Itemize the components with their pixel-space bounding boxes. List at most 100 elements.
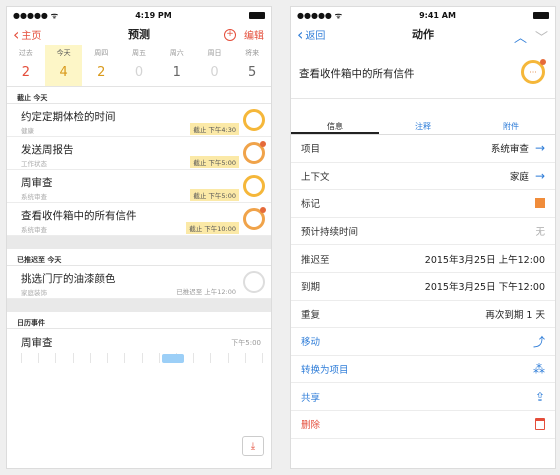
task-context: 系统审查 <box>21 226 47 234</box>
share-icon: ⇪ <box>534 389 545 404</box>
field-row[interactable]: 到期 2015年3月25日 下午12:00 <box>291 273 555 301</box>
chevron-down-icon[interactable]: ﹀ <box>535 27 548 46</box>
field-value: 系统审查 <box>490 144 529 156</box>
field-row[interactable]: 重复 再次到期 1 天 <box>291 301 555 329</box>
status-circle-icon[interactable] <box>243 271 265 293</box>
section-divider <box>7 299 271 312</box>
task-row[interactable]: 周审查系统审查 截止 下午5:00 <box>7 170 271 203</box>
task-context: 工作状态 <box>21 160 47 168</box>
delete-action[interactable]: 删除 <box>291 411 555 439</box>
field-label: 重复 <box>301 309 321 321</box>
deferred-task-list: 挑选门厅的油漆颜色 家庭装饰 已推迟至 上午12:00 <box>7 266 271 299</box>
status-time: 4:19 PM <box>135 10 172 20</box>
nav-bar: ‹ 返回 动作 ︿ ﹀ <box>291 23 555 46</box>
calendar-event-time: 下午5:00 <box>231 339 261 347</box>
back-button[interactable]: ‹ 返回 <box>297 24 326 44</box>
share-label: 共享 <box>301 392 321 404</box>
task-title: 挑选门厅的油漆颜色 <box>21 273 116 285</box>
chevron-left-icon: ‹ <box>13 24 20 44</box>
task-date-badge: 截止 下午5:00 <box>190 156 239 168</box>
task-title-row: 查看收件箱中的所有信件 ··· <box>291 49 555 99</box>
field-value: 家庭 <box>509 171 529 183</box>
forecast-day-strip: 过去 2 今天 4 周四 2 周五 0 周六 1 周日 0 将来 5 <box>7 45 271 87</box>
carrier-signal: ●●●●● ᯤ <box>13 10 58 20</box>
share-action[interactable]: 共享 ⇪ <box>291 383 555 411</box>
field-row[interactable]: 标记 <box>291 190 555 218</box>
page-title: 预测 <box>128 28 150 41</box>
status-circle-icon[interactable] <box>243 207 266 230</box>
field-row[interactable]: 推迟至 2015年3月25日 上午12:00 <box>291 245 555 273</box>
section-header-deferred-today: 已推迟至 今天 <box>7 249 271 266</box>
forecast-day-3[interactable]: 周五 0 <box>120 45 158 86</box>
status-time: 9:41 AM <box>419 10 456 20</box>
task-title: 查看收件箱中的所有信件 <box>299 68 415 80</box>
battery-icon <box>248 11 265 19</box>
convert-to-project-action[interactable]: 转换为项目 ⁂ <box>291 356 555 384</box>
forecast-day-5[interactable]: 周日 0 <box>196 45 234 86</box>
task-date-badge: 截止 下午5:00 <box>190 189 239 201</box>
tab-0[interactable]: 信息 <box>291 109 379 134</box>
day-count: 2 <box>21 65 30 80</box>
trash-icon <box>535 418 545 431</box>
task-context: 系统审查 <box>21 193 47 201</box>
field-label: 标记 <box>301 199 321 211</box>
forecast-day-0[interactable]: 过去 2 <box>7 45 45 86</box>
detail-tabs: 信息 注释 附件 <box>291 109 555 135</box>
calendar-event[interactable]: 周审查 下午5:00 <box>7 329 271 373</box>
tab-1[interactable]: 注释 <box>379 109 467 134</box>
status-circle-icon[interactable] <box>243 141 266 164</box>
task-title: 周审查 <box>21 177 53 189</box>
field-label: 推迟至 <box>301 254 330 266</box>
add-icon[interactable]: + <box>224 28 236 41</box>
field-row[interactable]: 上下文 家庭 → <box>291 163 555 191</box>
back-button[interactable]: ‹ 主页 <box>13 24 41 44</box>
day-name: 周四 <box>94 49 109 57</box>
day-count: 5 <box>248 65 257 80</box>
section-header-calendar: 日历事件 <box>7 312 271 329</box>
task-date-badge: 截止 下午10:00 <box>186 222 239 234</box>
field-label: 到期 <box>301 282 321 294</box>
task-row[interactable]: 发送周报告工作状态 截止 下午5:00 <box>7 137 271 170</box>
task-date-badge: 截止 下午4:30 <box>190 123 239 135</box>
arrow-right-icon: → <box>534 168 545 183</box>
forecast-day-6[interactable]: 将来 5 <box>233 45 271 86</box>
calendar-event-title: 周审查 <box>21 337 53 349</box>
edit-button[interactable]: 编辑 <box>244 27 264 42</box>
task-title: 查看收件箱中的所有信件 <box>21 210 137 222</box>
project-icon: ⁂ <box>533 362 545 377</box>
forecast-day-4[interactable]: 周六 1 <box>158 45 196 86</box>
field-row[interactable]: 预计持续时间 无 <box>291 218 555 246</box>
status-circle-icon[interactable]: ··· <box>521 59 546 84</box>
page-title: 动作 <box>412 28 434 41</box>
arrow-right-icon: → <box>534 141 545 156</box>
day-name: 周六 <box>169 49 184 57</box>
convert-label: 转换为项目 <box>301 365 349 377</box>
move-action[interactable]: 移动 ⤴ <box>291 328 555 356</box>
tab-2[interactable]: 附件 <box>467 109 555 134</box>
field-value: 2015年3月25日 上午12:00 <box>424 254 545 266</box>
move-label: 移动 <box>301 337 321 349</box>
task-context: 健康 <box>21 127 34 135</box>
field-label: 上下文 <box>301 171 330 183</box>
quick-entry-inbox-icon[interactable]: ⤓ <box>242 436 264 456</box>
task-title: 约定定期体检的时间 <box>21 111 116 123</box>
forecast-day-2[interactable]: 周四 2 <box>82 45 120 86</box>
chevron-up-icon[interactable]: ︿ <box>514 27 527 46</box>
chevron-left-icon: ‹ <box>297 24 304 44</box>
forecast-day-1[interactable]: 今天 4 <box>44 45 83 86</box>
task-row[interactable]: 挑选门厅的油漆颜色 家庭装饰 已推迟至 上午12:00 <box>7 266 271 299</box>
carrier-signal: ●●●●● ᯤ <box>297 10 342 20</box>
task-row[interactable]: 约定定期体检的时间健康 截止 下午4:30 <box>7 104 271 137</box>
field-row[interactable]: 项目 系统审查 → <box>291 135 555 163</box>
field-list: 项目 系统审查 → 上下文 家庭 → 标记 预计持续时间 无推迟至 2015年3月25日 上午12… <box>291 135 555 329</box>
day-count: 0 <box>134 65 144 80</box>
day-count: 4 <box>59 65 68 80</box>
task-title: 发送周报告 <box>21 144 74 156</box>
status-circle-icon[interactable] <box>243 175 265 197</box>
task-row[interactable]: 查看收件箱中的所有信件系统审查 截止 下午10:00 <box>7 203 271 236</box>
status-circle-icon[interactable] <box>243 109 265 131</box>
day-count: 1 <box>172 65 181 80</box>
section-header-due-today: 截止 今天 <box>7 87 271 104</box>
calendar-event-bar <box>162 354 184 363</box>
back-label: 返回 <box>305 31 326 42</box>
